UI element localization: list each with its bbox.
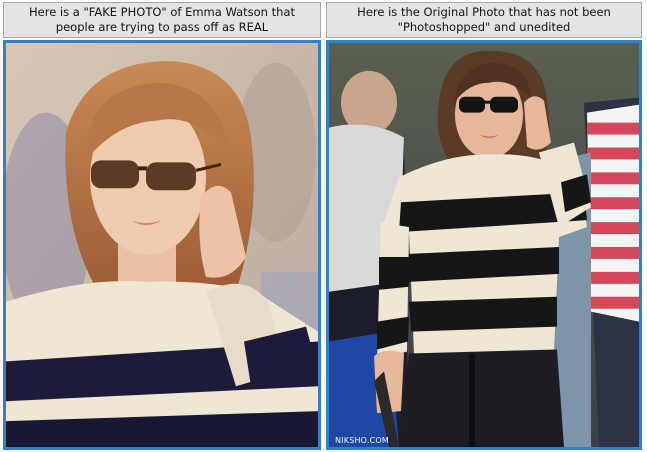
- fake-photo-caption: Here is a "FAKE PHOTO" of Emma Watson th…: [3, 2, 321, 38]
- original-photo-image: [329, 43, 639, 447]
- fake-caption-line-1: Here is a "FAKE PHOTO" of Emma Watson th…: [29, 5, 295, 19]
- original-photo-panel: Here is the Original Photo that has not …: [326, 2, 642, 450]
- watermark-text: NIKSHO.COM: [335, 436, 389, 445]
- fake-photo-image: [6, 43, 318, 447]
- original-photo-caption: Here is the Original Photo that has not …: [326, 2, 642, 38]
- original-caption-line-2: "Photoshopped" and unedited: [397, 20, 571, 34]
- original-photo-frame[interactable]: NIKSHO.COM: [326, 40, 642, 450]
- original-caption-line-1: Here is the Original Photo that has not …: [357, 5, 611, 19]
- fake-photo-panel: Here is a "FAKE PHOTO" of Emma Watson th…: [3, 2, 321, 450]
- fake-photo-frame[interactable]: [3, 40, 321, 450]
- fake-caption-line-2: people are trying to pass off as REAL: [55, 20, 269, 34]
